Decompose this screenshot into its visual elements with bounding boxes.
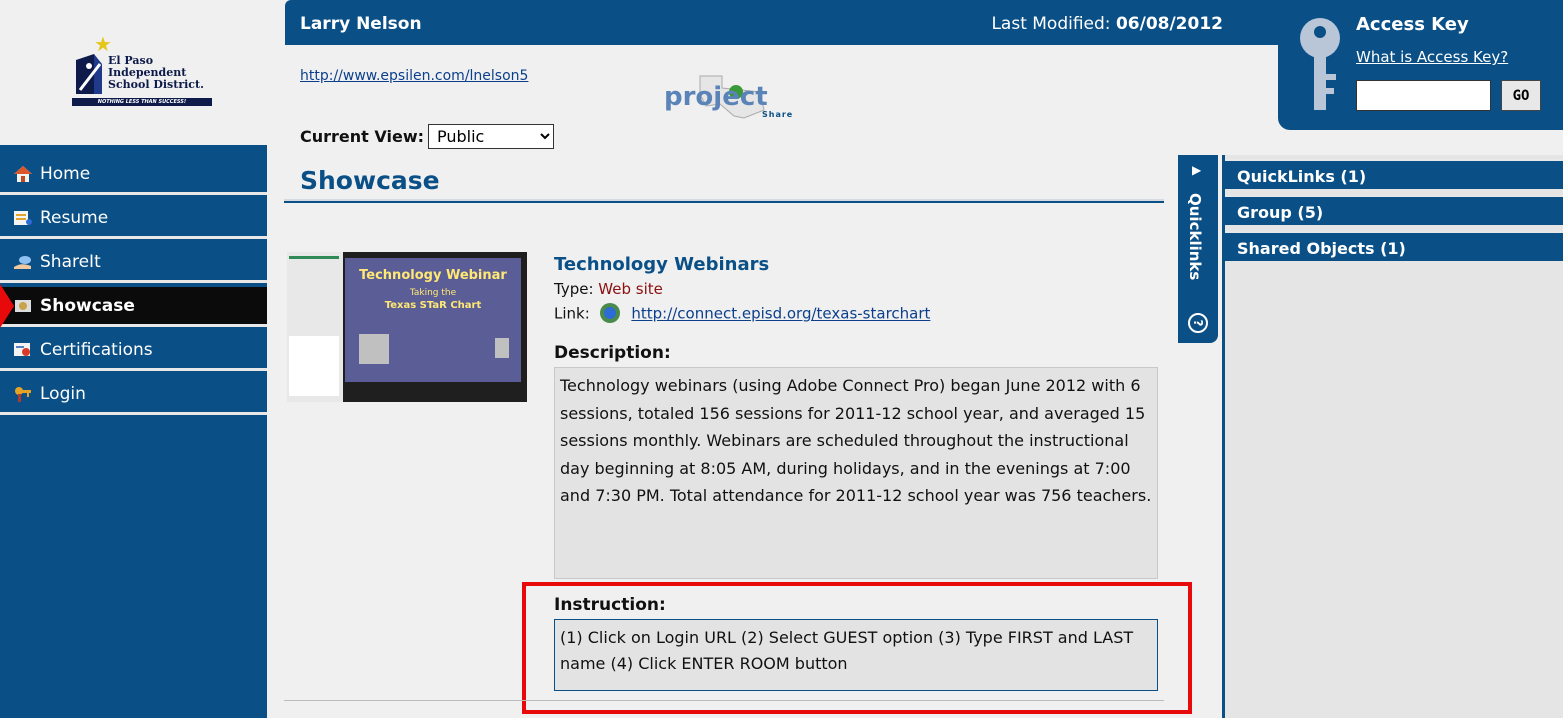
last-modified: Last Modified: 06/08/2012: [991, 14, 1223, 34]
sidebar-item-label: Showcase: [40, 295, 135, 316]
current-view-select[interactable]: Public: [428, 124, 554, 149]
thumbnail-slide: Technology Webinar Taking the Texas STaR…: [345, 258, 521, 382]
item-link-row: Link: http://connect.episd.org/texas-sta…: [554, 302, 930, 326]
sidebar-item-label: Home: [40, 163, 91, 184]
sidebar-item-label: Certifications: [40, 339, 153, 360]
sidebar-item-home[interactable]: Home: [0, 155, 267, 195]
sidebar-item-resume[interactable]: Resume: [0, 199, 267, 239]
content-divider: [284, 700, 1164, 701]
access-key-panel: Access Key What is Access Key? GO: [1278, 0, 1563, 130]
page-title: Showcase: [300, 166, 440, 195]
expand-arrow-icon: ▶: [1192, 163, 1202, 177]
resume-icon: [12, 208, 34, 228]
sidebar-item-login[interactable]: Login: [0, 375, 267, 415]
right-panel: QuickLinks (1) Group (5) Shared Objects …: [1222, 155, 1563, 718]
sidebar-item-certifications[interactable]: Certifications: [0, 331, 267, 371]
highlight-box: [522, 582, 1192, 714]
web-link-icon: [599, 302, 621, 324]
portfolio-url-link[interactable]: http://www.epsilen.com/lnelson5: [300, 68, 528, 84]
project-share-logo[interactable]: project Share: [660, 72, 810, 122]
sidebar-item-shareit[interactable]: ShareIt: [0, 243, 267, 283]
district-logo[interactable]: ★ El Paso Independent School District. N…: [72, 34, 212, 106]
sidebar-item-label: Resume: [40, 207, 109, 228]
district-motto: NOTHING LESS THAN SUCCESS!: [72, 98, 212, 106]
thumbnail-sidepanel: [287, 252, 343, 402]
item-title[interactable]: Technology Webinars: [554, 254, 769, 275]
panel-item-group[interactable]: Group (5): [1225, 195, 1563, 225]
item-thumbnail[interactable]: Technology Webinar Taking the Texas STaR…: [287, 252, 527, 402]
sidebar-item-showcase[interactable]: Showcase: [0, 287, 267, 327]
description-heading: Description:: [554, 343, 671, 363]
current-view-label: Current View:: [300, 127, 424, 146]
current-view-row: Current View: Public: [300, 124, 554, 149]
panel-item-shared-objects[interactable]: Shared Objects (1): [1225, 231, 1563, 261]
panel-item-quicklinks[interactable]: QuickLinks (1): [1225, 159, 1563, 189]
key-icon: [1300, 18, 1340, 110]
what-is-access-key-link[interactable]: What is Access Key?: [1356, 48, 1508, 66]
item-type: Type: Web site: [554, 280, 663, 298]
certificate-icon: [12, 340, 34, 360]
access-key-input[interactable]: [1356, 80, 1491, 111]
district-name: El Paso Independent School District.: [108, 54, 204, 91]
description-text: Technology webinars (using Adobe Connect…: [554, 367, 1158, 579]
last-modified-date: 06/08/2012: [1115, 14, 1223, 34]
share-hand-icon: [12, 252, 34, 272]
quicklinks-tab[interactable]: ▶ Quicklinks ?: [1178, 155, 1218, 343]
title-divider: [284, 199, 1164, 203]
keys-icon: [12, 384, 34, 404]
district-mark-icon: [76, 54, 102, 94]
user-name: Larry Nelson: [300, 14, 422, 34]
go-button[interactable]: GO: [1501, 80, 1541, 111]
help-icon[interactable]: ?: [1188, 313, 1208, 333]
sidebar-item-label: ShareIt: [40, 251, 101, 272]
quicklinks-tab-label: Quicklinks: [1186, 193, 1204, 281]
house-icon: [12, 164, 34, 184]
texas-flag-icon: [495, 338, 509, 358]
access-key-title: Access Key: [1356, 14, 1469, 35]
profile-header-bar: Larry Nelson Last Modified: 06/08/2012: [285, 0, 1278, 45]
item-link-url[interactable]: http://connect.episd.org/texas-starchart: [631, 305, 930, 323]
logo-area: ★ El Paso Independent School District. N…: [0, 0, 267, 145]
presenter-photo: [359, 334, 389, 364]
sidebar-item-label: Login: [40, 383, 86, 404]
pointer-arrow-icon: [0, 284, 14, 328]
